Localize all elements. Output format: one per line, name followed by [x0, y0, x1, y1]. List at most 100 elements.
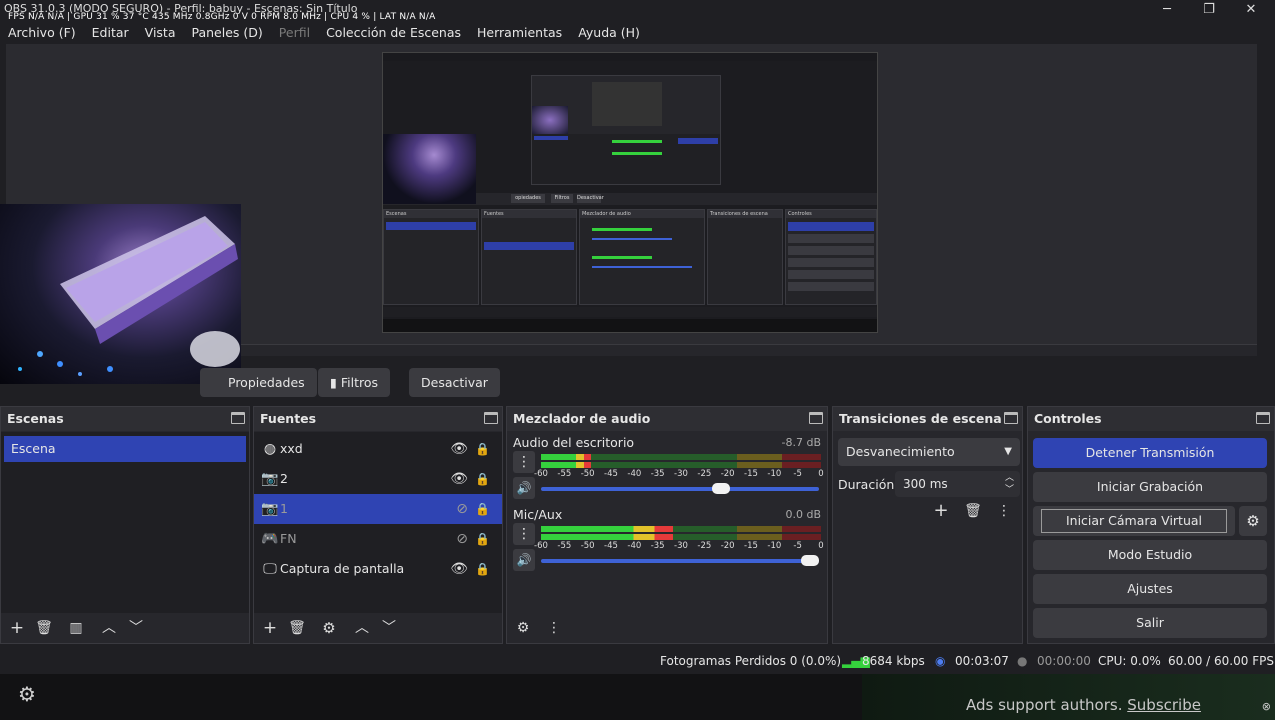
subscribe-link[interactable]: Subscribe [1127, 696, 1201, 714]
preview-canvas[interactable]: opiedades Filtros Desactivar Escenas Fue… [382, 52, 878, 333]
source-row[interactable]: 📷 2 👁 🔒 [254, 464, 502, 494]
slider-knob[interactable] [712, 483, 731, 494]
trash-icon[interactable]: 🗑 [33, 618, 55, 638]
lock-icon[interactable]: 🔒 [475, 464, 490, 494]
close-ad-icon[interactable]: ⊗ [1262, 700, 1271, 713]
menu-coleccion-escenas[interactable]: Colección de Escenas [318, 23, 469, 43]
menu-vista[interactable]: Vista [137, 23, 184, 43]
close-button[interactable]: ✕ [1231, 0, 1271, 22]
lock-icon[interactable]: 🔒 [475, 524, 490, 554]
maximize-button[interactable]: ❐ [1189, 0, 1229, 22]
meter-tick-label: -5 [793, 469, 802, 479]
gear-icon[interactable]: ⚙ [318, 618, 340, 638]
eye-hidden-icon[interactable]: ⊘ [456, 524, 468, 554]
menu-paneles[interactable]: Paneles (D) [184, 23, 271, 43]
advanced-audio-gear-icon[interactable]: ⚙ [512, 618, 534, 638]
start-virtualcam-button[interactable]: Iniciar Cámara Virtual [1033, 506, 1235, 536]
undock-icon[interactable] [231, 412, 245, 424]
undock-icon[interactable] [1004, 412, 1018, 424]
trash-icon[interactable]: 🗑 [286, 618, 308, 638]
transition-select[interactable]: Desvanecimiento ▼ [838, 438, 1020, 466]
meter-tick-label: -40 [627, 541, 642, 551]
filters-button[interactable]: ▮ Filtros [318, 368, 391, 397]
menu-archivo[interactable]: Archivo (F) [0, 23, 84, 43]
bitrate: 8684 kbps [862, 654, 925, 668]
channel-name: Audio del escritorio [513, 435, 635, 450]
nested-webcam [532, 106, 568, 134]
speaker-icon[interactable]: 🔊 [513, 549, 535, 571]
volume-slider[interactable] [541, 555, 819, 566]
stepper-down-icon[interactable]: ﹀ [1005, 477, 1014, 503]
duration-value: 300 ms [903, 477, 948, 491]
add-icon[interactable]: + [930, 501, 952, 521]
level-meter [541, 462, 821, 468]
volume-slider[interactable] [541, 483, 819, 494]
menu-ayuda[interactable]: Ayuda (H) [570, 23, 648, 43]
source-row[interactable]: 📷 1 ⊘ 🔒 [254, 494, 502, 524]
studio-mode-button[interactable]: Modo Estudio [1033, 540, 1267, 570]
add-icon[interactable]: + [259, 618, 281, 638]
meter-ticks: -60 -55 -50 -45 -40 -35 -30 -25 -20 -15 -10 -5 0 [534, 469, 824, 481]
nested-adbar [383, 319, 877, 332]
trash-icon[interactable]: 🗑 [962, 501, 984, 521]
meter-tick-label: -30 [674, 469, 688, 479]
minimize-button[interactable]: ─ [1147, 0, 1187, 22]
menu-herramientas[interactable]: Herramientas [469, 23, 570, 43]
gear-icon[interactable]: ⚙ [18, 682, 36, 706]
properties-button[interactable]: Propiedades [200, 368, 317, 397]
start-record-button[interactable]: Iniciar Grabación [1033, 472, 1267, 502]
more-options-icon[interactable]: ⋮ [513, 451, 535, 473]
deactivate-button[interactable]: Desactivar [409, 368, 500, 397]
settings-button[interactable]: Ajustes [1033, 574, 1267, 604]
stop-stream-button[interactable]: Detener Transmisión [1033, 438, 1267, 468]
source-row[interactable]: ◍ xxd 👁 🔒 [254, 434, 502, 464]
sources-header: Fuentes [254, 407, 502, 431]
lock-icon[interactable]: 🔒 [475, 434, 490, 464]
level-meter [541, 454, 821, 460]
meter-tick-label: -20 [720, 541, 735, 551]
dropped-frames: Fotogramas Perdidos 0 (0.0%) [660, 654, 842, 668]
ad-banner[interactable]: Ads support authors. Subscribe ⊗ [862, 674, 1275, 720]
nested-statusbar [383, 307, 877, 317]
speaker-icon[interactable]: 🔊 [513, 477, 535, 499]
controls-header: Controles [1028, 407, 1274, 431]
eye-icon[interactable]: 👁 [450, 434, 468, 464]
source-row[interactable]: 🖵 Captura de pantalla 👁 🔒 [254, 554, 502, 584]
move-down-icon[interactable]: ﹀ [125, 618, 147, 638]
mixer-footer: ⚙ ⋮ [507, 613, 827, 643]
source-row[interactable]: 🎮 FN ⊘ 🔒 [254, 524, 502, 554]
menu-editar[interactable]: Editar [84, 23, 137, 43]
filter-icon[interactable]: ▥ [65, 618, 87, 638]
lock-icon[interactable]: 🔒 [475, 494, 490, 524]
sources-footer: + 🗑 ⚙ ︿ ﹀ [254, 613, 502, 643]
move-up-icon[interactable]: ︿ [351, 618, 373, 638]
eye-icon[interactable]: 👁 [450, 464, 468, 494]
meter-tick-label: 0 [818, 541, 824, 551]
nested-transitions: Transiciones de escena [707, 209, 783, 305]
duration-field[interactable]: 300 ms ︿ ﹀ [895, 471, 1020, 497]
channel-db: 0.0 dB [785, 508, 821, 521]
bottom-bar: ⚙ Ads support authors. Subscribe ⊗ [0, 674, 1275, 720]
add-icon[interactable]: + [6, 618, 28, 638]
eye-icon[interactable]: 👁 [450, 554, 468, 584]
menu-perfil[interactable]: Perfil [271, 23, 318, 43]
scene-item[interactable]: Escena [4, 436, 246, 462]
slider-knob[interactable] [801, 555, 819, 566]
transition-selected: Desvanecimiento [846, 444, 955, 459]
ad-message: Ads support authors. [966, 696, 1123, 714]
exit-button[interactable]: Salir [1033, 608, 1267, 638]
more-options-icon[interactable]: ⋮ [543, 618, 565, 638]
eye-hidden-icon[interactable]: ⊘ [456, 494, 468, 524]
move-up-icon[interactable]: ︿ [98, 618, 120, 638]
meter-tick-label: -40 [627, 469, 642, 479]
undock-icon[interactable] [484, 412, 498, 424]
more-options-icon[interactable]: ⋮ [993, 501, 1015, 521]
undock-icon[interactable] [809, 412, 823, 424]
virtualcam-gear-icon[interactable]: ⚙ [1239, 506, 1267, 536]
meter-tick-label: -15 [744, 469, 758, 479]
more-options-icon[interactable]: ⋮ [513, 523, 535, 545]
meter-tick-label: 0 [818, 469, 824, 479]
move-down-icon[interactable]: ﹀ [378, 618, 400, 638]
lock-icon[interactable]: 🔒 [475, 554, 490, 584]
undock-icon[interactable] [1256, 412, 1270, 424]
